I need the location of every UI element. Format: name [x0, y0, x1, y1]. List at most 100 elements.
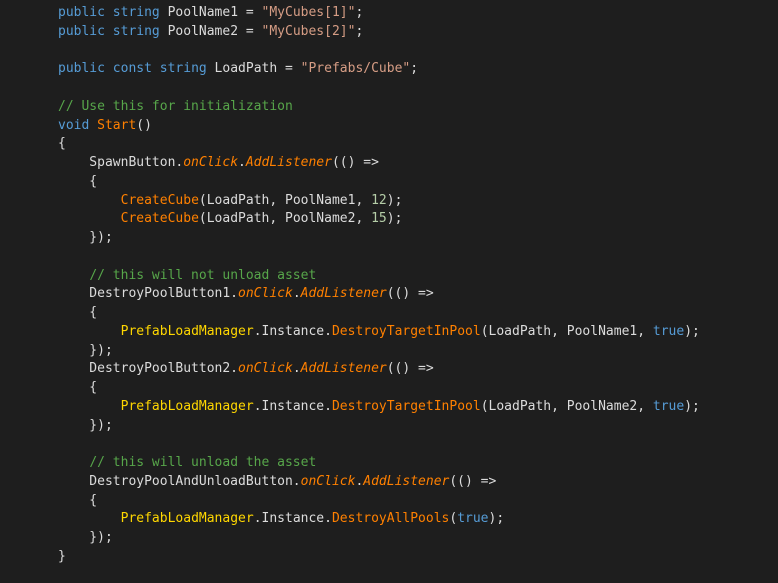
code-token-event: AddListener: [363, 473, 450, 489]
code-line[interactable]: public const string LoadPath = "Prefabs/…: [58, 60, 778, 79]
code-token-plain: ;: [410, 61, 419, 77]
code-token-kw: public: [58, 61, 105, 77]
code-token-event: AddListener: [300, 286, 387, 302]
code-token-method: DestroyTargetInPool: [331, 323, 481, 339]
code-line[interactable]: [58, 248, 778, 267]
code-area[interactable]: public string PoolName1 = "MyCubes[1]"; p…: [58, 4, 778, 567]
code-token-plain: );: [386, 192, 403, 208]
code-token-kw: true: [457, 511, 489, 527]
code-token-plain: });: [58, 530, 113, 545]
code-line[interactable]: });: [58, 529, 778, 548]
code-line[interactable]: PrefabLoadManager.Instance.DestroyTarget…: [58, 323, 778, 342]
code-line[interactable]: PrefabLoadManager.Instance.DestroyAllPoo…: [58, 510, 778, 529]
code-token-plain: {: [58, 305, 98, 320]
code-token-plain: .Instance.: [253, 398, 332, 414]
code-line[interactable]: {: [58, 304, 778, 323]
code-token-kw: string: [112, 5, 160, 20]
code-token-kw: public: [58, 23, 105, 39]
code-line[interactable]: });: [58, 229, 778, 248]
code-token-event: onClick: [238, 286, 293, 302]
code-line[interactable]: {: [58, 173, 778, 192]
code-token-plain: .Instance.: [253, 323, 332, 339]
code-token-plain: (LoadPath, PoolName2,: [480, 398, 653, 414]
code-token-plain: .Instance.: [253, 511, 332, 527]
code-token-plain: (LoadPath, PoolName1,: [198, 192, 372, 208]
code-token-plain: (LoadPath, PoolName2,: [198, 211, 372, 227]
code-token-method: CreateCube: [120, 192, 199, 208]
code-token-event: AddListener: [300, 361, 387, 377]
code-line[interactable]: // this will not unload asset: [58, 267, 778, 286]
code-line[interactable]: DestroyPoolAndUnloadButton.onClick.AddLi…: [58, 473, 778, 492]
code-token-plain: {: [58, 380, 98, 395]
code-token-plain: (LoadPath, PoolName1,: [480, 323, 653, 339]
code-line[interactable]: void Start(): [58, 117, 778, 136]
code-line[interactable]: SpawnButton.onClick.AddListener(() =>: [58, 154, 778, 173]
code-token-kw: void: [58, 117, 90, 133]
code-token-plain: ;: [355, 5, 364, 20]
code-token-event: onClick: [183, 155, 239, 170]
code-line[interactable]: {: [58, 379, 778, 398]
code-token-cls: PrefabLoadManager: [120, 323, 254, 339]
code-line[interactable]: [58, 42, 778, 61]
code-token-plain: (() =>: [331, 155, 379, 170]
code-line[interactable]: public string PoolName2 = "MyCubes[2]";: [58, 23, 778, 42]
code-token-event: onClick: [238, 361, 293, 377]
code-token-plain: .: [292, 361, 301, 377]
code-token-plain: PoolName2 =: [159, 23, 262, 39]
code-token-cls: PrefabLoadManager: [120, 511, 254, 527]
code-line[interactable]: }: [58, 548, 778, 567]
code-token-plain: });: [58, 342, 113, 358]
code-token-plain: });: [58, 417, 113, 433]
code-token-lit: 15: [371, 211, 387, 227]
code-line[interactable]: [58, 79, 778, 98]
code-line[interactable]: [58, 435, 778, 454]
code-token-plain: (): [136, 117, 152, 133]
code-line[interactable]: // this will unload the asset: [58, 454, 778, 473]
code-token-method: Start: [97, 117, 137, 133]
code-token-plain: }: [58, 548, 66, 564]
code-token-kw: true: [652, 323, 685, 339]
code-token-cls: PrefabLoadManager: [120, 398, 254, 414]
code-token-plain: SpawnButton.: [58, 155, 184, 170]
code-line[interactable]: });: [58, 417, 778, 436]
code-token-lit: 12: [371, 192, 387, 208]
code-line[interactable]: {: [58, 135, 778, 154]
code-token-plain: (() =>: [386, 361, 434, 377]
code-line[interactable]: DestroyPoolButton2.onClick.AddListener((…: [58, 360, 778, 379]
code-line[interactable]: public string PoolName1 = "MyCubes[1]";: [58, 4, 778, 23]
code-token-plain: );: [386, 211, 403, 227]
code-token-method: DestroyTargetInPool: [331, 398, 481, 414]
code-token-plain: );: [488, 511, 505, 527]
code-token-kw: string: [112, 23, 160, 39]
code-line[interactable]: PrefabLoadManager.Instance.DestroyTarget…: [58, 398, 778, 417]
code-line[interactable]: CreateCube(LoadPath, PoolName1, 12);: [58, 192, 778, 211]
code-line[interactable]: DestroyPoolButton1.onClick.AddListener((…: [58, 285, 778, 304]
code-token-str: "Prefabs/Cube": [300, 61, 411, 77]
code-token-plain: {: [58, 173, 98, 189]
code-token-plain: {: [58, 136, 66, 152]
code-token-event: AddListener: [245, 155, 332, 170]
code-line[interactable]: // Use this for initialization: [58, 98, 778, 117]
code-token-plain: .: [238, 155, 246, 170]
code-token-plain: PoolName1 =: [159, 5, 262, 20]
code-token-cmt: // this will unload the asset: [89, 455, 317, 470]
code-token-str: "MyCubes[2]": [261, 23, 356, 39]
code-token-str: "MyCubes[1]": [261, 5, 356, 20]
code-line[interactable]: });: [58, 342, 778, 361]
code-token-kw: string: [159, 61, 207, 77]
code-line[interactable]: {: [58, 492, 778, 511]
code-token-plain: .: [292, 286, 301, 302]
code-editor[interactable]: public string PoolName1 = "MyCubes[1]"; p…: [0, 0, 778, 583]
code-token-plain: );: [684, 323, 700, 339]
code-line[interactable]: CreateCube(LoadPath, PoolName2, 15);: [58, 210, 778, 229]
code-token-cmt: // Use this for initialization: [58, 98, 293, 114]
code-token-plain: DestroyPoolButton2.: [58, 361, 239, 377]
